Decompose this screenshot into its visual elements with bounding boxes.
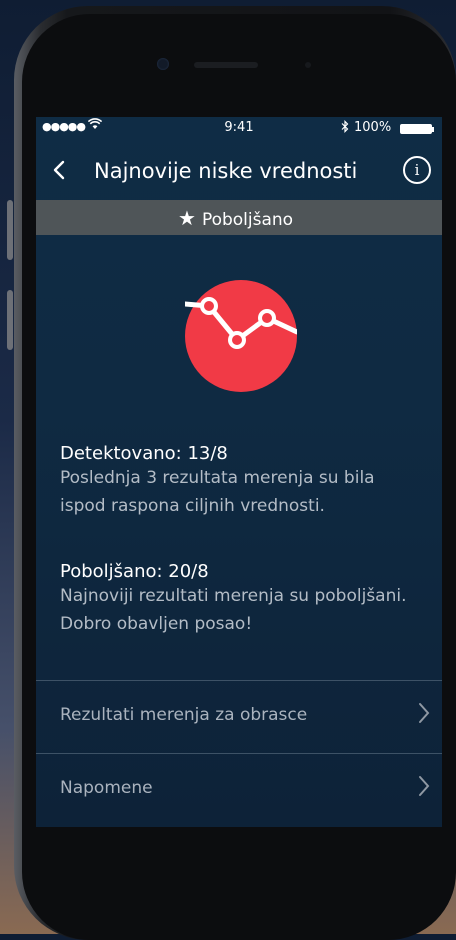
chevron-right-icon bbox=[418, 702, 430, 730]
info-button[interactable]: i bbox=[403, 156, 431, 184]
phone-side-button bbox=[7, 290, 13, 350]
trend-down-up-icon bbox=[182, 297, 300, 349]
back-button[interactable] bbox=[52, 155, 76, 185]
battery-icon bbox=[400, 124, 432, 134]
chevron-right-icon bbox=[418, 775, 430, 803]
info-icon: i bbox=[414, 161, 420, 179]
list-item-pattern-results[interactable]: Rezultati merenja za obrasce bbox=[36, 681, 442, 753]
trend-logo bbox=[182, 280, 300, 392]
chevron-left-icon bbox=[53, 160, 65, 180]
page-title: Najnovije niske vrednosti bbox=[94, 159, 358, 183]
list-item-label: Napomene bbox=[60, 778, 153, 798]
front-camera bbox=[157, 58, 169, 70]
phone-side-button bbox=[7, 200, 13, 260]
proximity-sensor bbox=[305, 62, 311, 68]
detected-title: Detektovano: 13/8 bbox=[60, 443, 228, 464]
detected-section: Detektovano: 13/8 Poslednja 3 rezultata … bbox=[60, 443, 430, 520]
navigation-bar: Najnovije niske vrednosti i bbox=[36, 145, 442, 195]
battery-tip bbox=[432, 127, 434, 132]
battery-percent: 100% bbox=[354, 120, 392, 135]
earpiece-speaker bbox=[194, 62, 258, 68]
list-item-label: Rezultati merenja za obrasce bbox=[60, 705, 308, 725]
improved-section: Poboljšano: 20/8 Najnoviji rezultati mer… bbox=[60, 561, 430, 638]
app-screen: ●●●●● 9:41 100% Najnovije niske vrednost… bbox=[36, 117, 442, 827]
improved-description-line2: Dobro obavljen posao! bbox=[60, 614, 253, 634]
improved-title: Poboljšano: 20/8 bbox=[60, 561, 209, 582]
detected-description-line2: ispod raspona ciljnih vrednosti. bbox=[60, 496, 325, 516]
status-bar: ●●●●● 9:41 100% bbox=[36, 117, 442, 139]
improved-description-line1: Najnoviji rezultati merenja su poboljšan… bbox=[60, 586, 407, 606]
bluetooth-icon bbox=[341, 120, 349, 136]
status-banner: ★ Poboljšano bbox=[36, 200, 442, 235]
star-icon: ★ bbox=[178, 206, 196, 230]
list-item-notes[interactable]: Napomene bbox=[36, 754, 442, 826]
detected-description-line1: Poslednja 3 rezultata merenja su bila bbox=[60, 468, 375, 488]
banner-label: Poboljšano bbox=[201, 210, 294, 230]
